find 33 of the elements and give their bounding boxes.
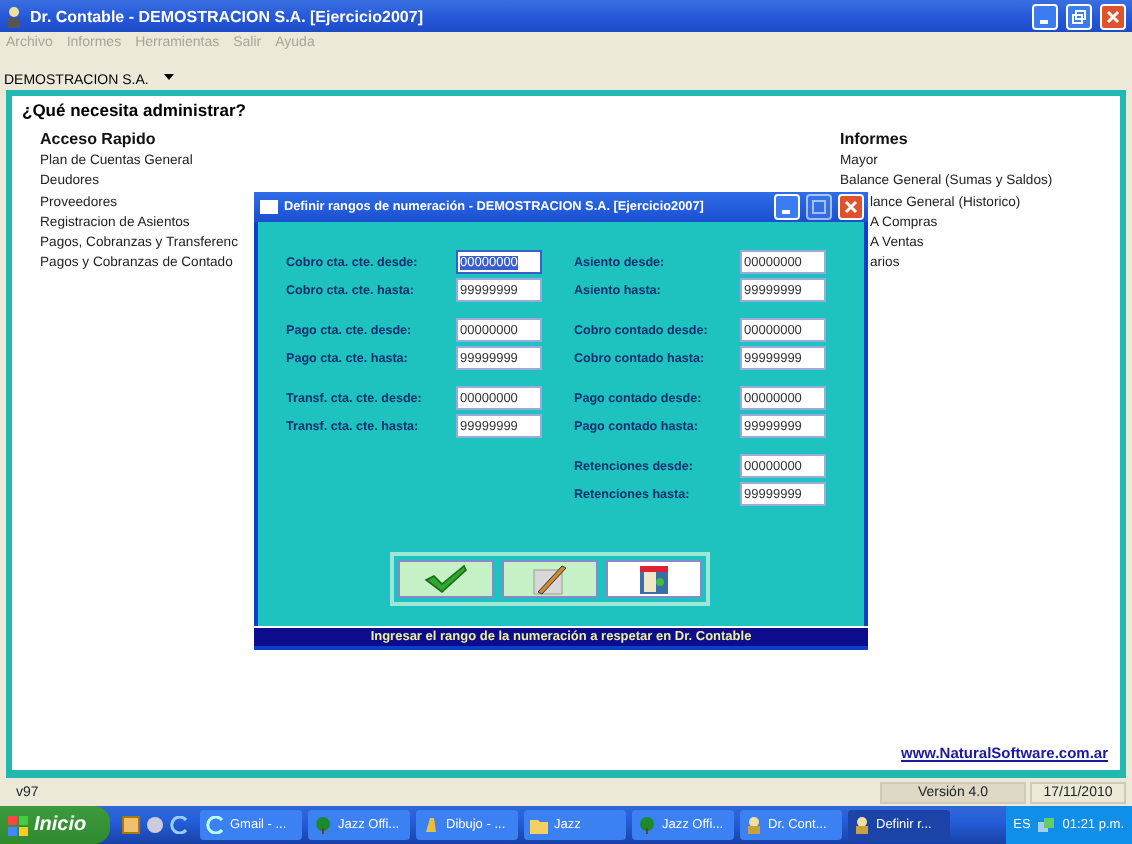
folder-icon [530,817,548,833]
maximize-icon [812,200,826,214]
exit-button[interactable] [606,560,702,598]
close-icon [1106,9,1120,23]
caret-icon [164,74,175,80]
column-title: Informes [840,128,910,152]
minimize-button[interactable] [774,194,800,220]
accept-button[interactable] [398,560,494,598]
app-icon [746,816,762,834]
start-button[interactable]: Inicio [0,806,110,844]
desktop-icon[interactable] [122,816,140,834]
column-title: Acceso Rapido [40,128,158,152]
section-heading: ¿Qué necesita administrar? [22,100,248,120]
exit-door-icon [638,563,670,595]
paint-icon [422,816,440,834]
close-button[interactable] [838,194,864,220]
window-title: Dr. Contable - DEMOSTRACION S.A. [Ejercicio2007] [30,7,425,25]
close-button[interactable] [1100,3,1126,29]
windows-flag-icon [8,815,28,835]
restore-button[interactable] [1066,3,1092,29]
edit-button[interactable] [502,560,598,598]
media-icon[interactable] [146,816,164,834]
app-icon [6,5,22,27]
pencil-icon [532,563,568,595]
tree-icon [638,816,656,834]
app-icon [854,816,870,834]
checkmark-icon [424,564,468,594]
close-icon [844,200,858,214]
tree-icon [314,816,332,834]
window-icon [260,200,278,214]
maximize-button[interactable] [806,194,832,220]
minimize-button[interactable] [1032,3,1058,29]
restore-icon [1072,9,1086,23]
